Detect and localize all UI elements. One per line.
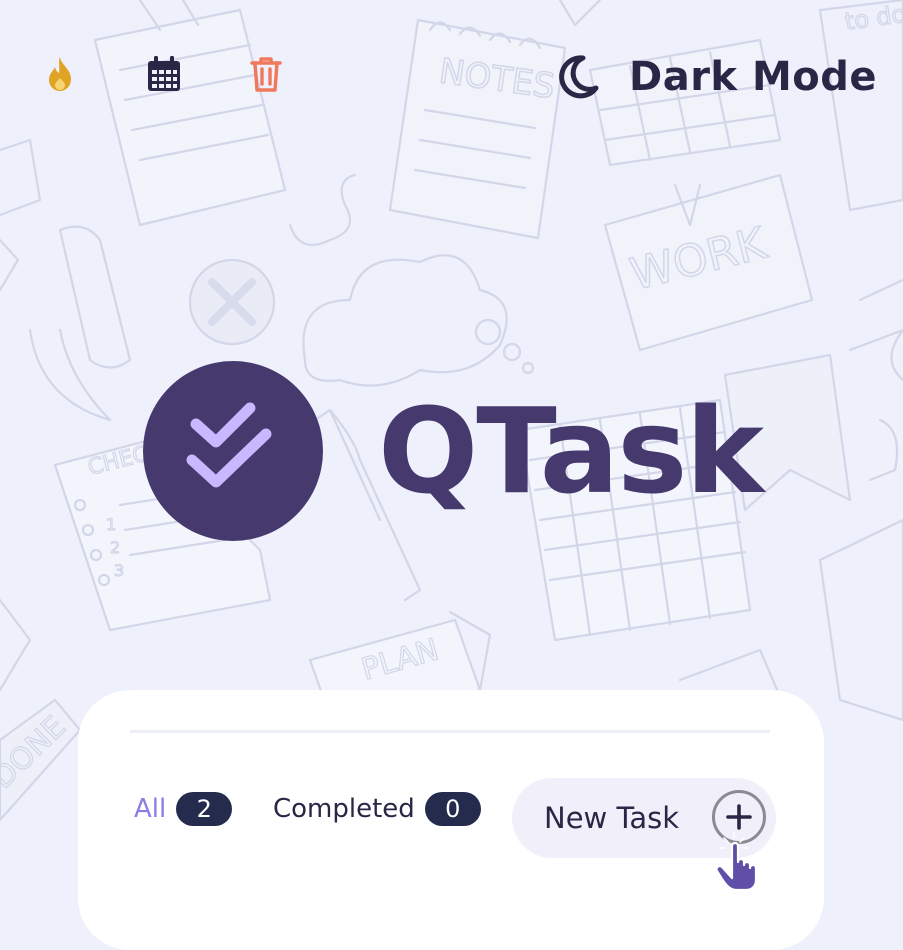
filter-all-label: All: [134, 794, 167, 824]
filter-tab-completed[interactable]: Completed 0: [273, 792, 481, 826]
doodle-checklist-num-3: 3: [114, 561, 124, 580]
panel-divider: [130, 730, 770, 733]
fire-icon[interactable]: [40, 54, 80, 94]
moon-icon: [559, 55, 599, 99]
doodle-todo-text: to do: [843, 0, 903, 36]
app-name: QTask: [378, 382, 764, 520]
doodle-checklist-num-2: 2: [110, 538, 120, 557]
dark-mode-toggle[interactable]: Dark Mode: [553, 46, 877, 108]
doodle-plan-text: PLAN: [358, 632, 443, 687]
pointer-cursor-icon: [715, 831, 758, 892]
app-logo: QTask: [143, 361, 764, 541]
dark-mode-label: Dark Mode: [629, 54, 877, 100]
filter-tab-all[interactable]: All 2: [134, 792, 233, 826]
doodle-done-text: DONE: [0, 709, 73, 795]
new-task-label: New Task: [544, 801, 680, 835]
calendar-icon[interactable]: [144, 54, 184, 94]
filter-all-count: 2: [176, 792, 233, 826]
double-check-icon: [143, 361, 323, 541]
doodle-notes-text: NOTES: [437, 51, 557, 107]
tasks-panel: All 2 Completed 0 New Task: [78, 690, 824, 950]
doodle-work-text: WORK: [625, 218, 772, 301]
filter-completed-label: Completed: [273, 794, 415, 824]
trash-icon[interactable]: [246, 54, 286, 94]
doodle-checklist-num-1: 1: [106, 515, 116, 534]
filter-completed-count: 0: [424, 792, 481, 826]
